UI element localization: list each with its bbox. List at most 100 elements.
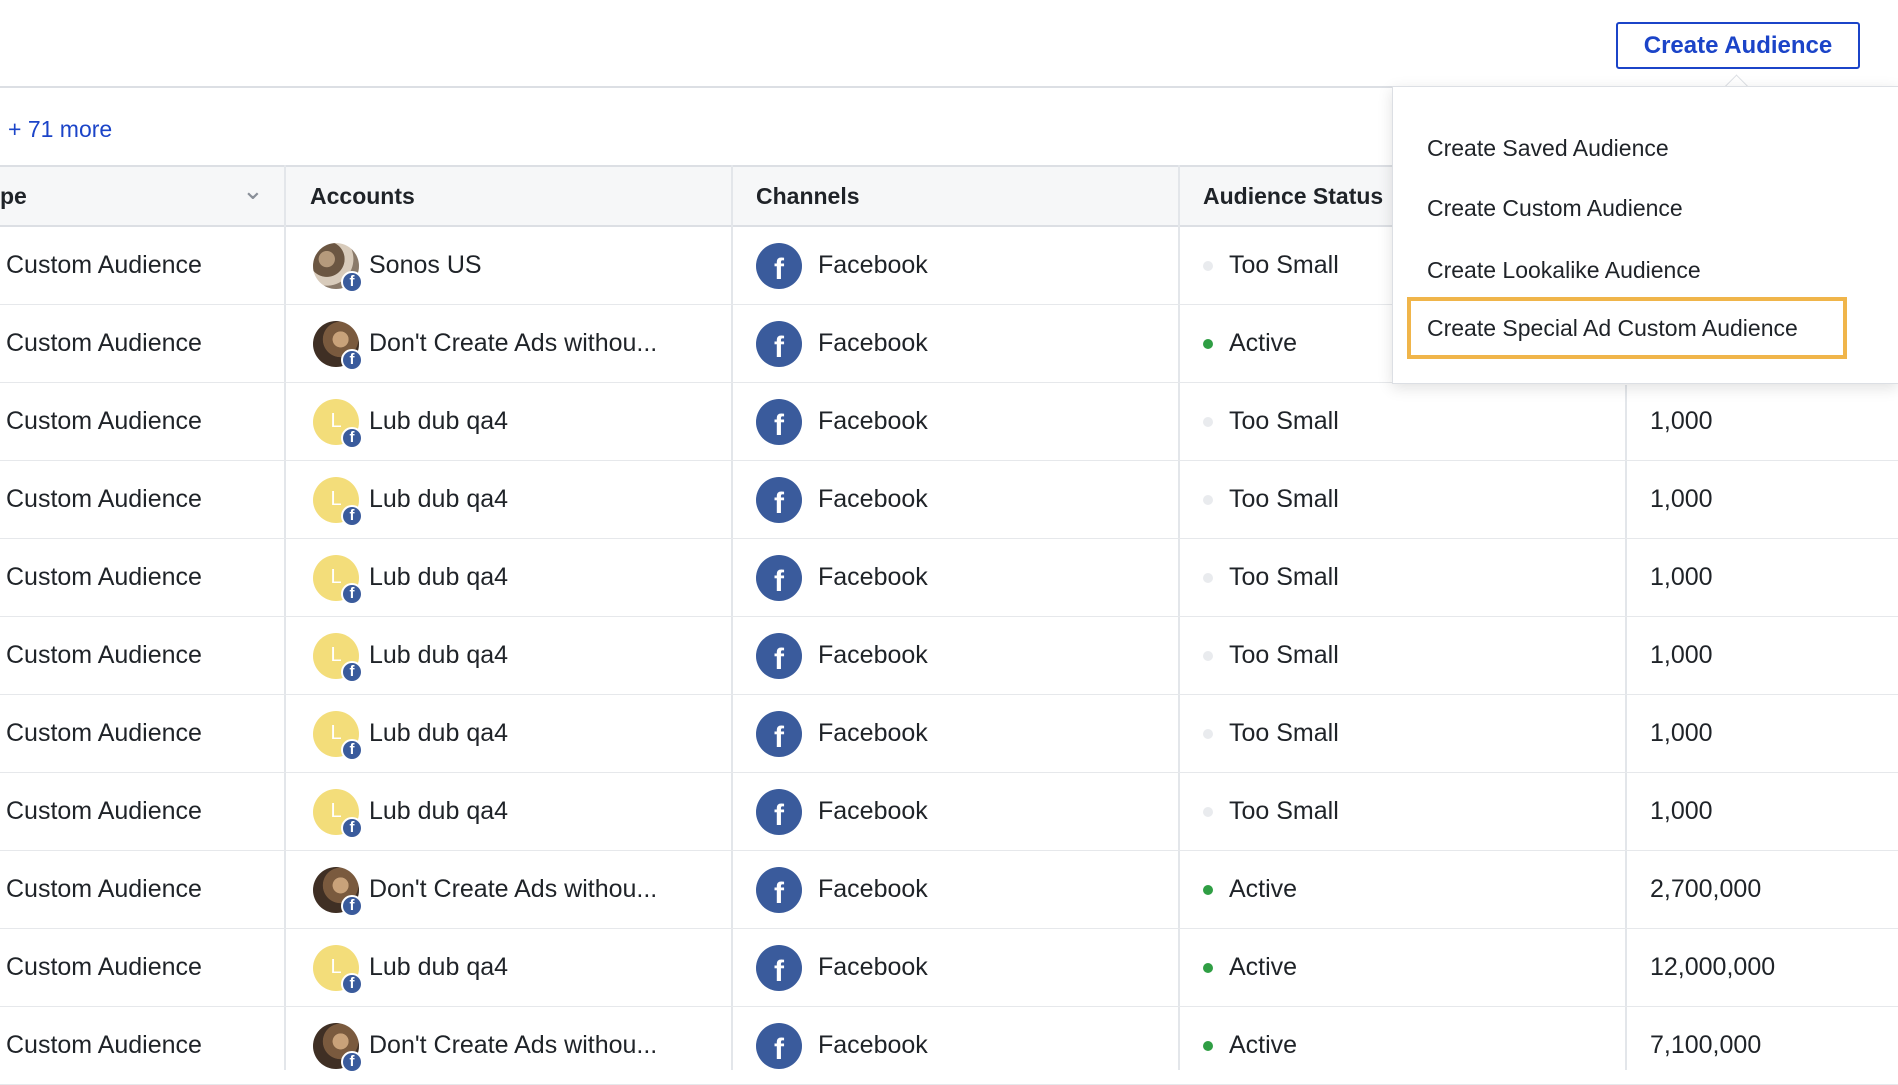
facebook-badge-icon: f [341, 426, 363, 449]
cell-account: Lf Lub dub qa4 [313, 929, 508, 1006]
cell-status: Active [1203, 1007, 1297, 1084]
status-text: Too Small [1229, 641, 1339, 669]
status-text: Active [1229, 1031, 1298, 1059]
facebook-icon: f [756, 554, 802, 601]
avatar: f [313, 866, 363, 917]
column-header-audience-status[interactable]: Audience Status [1203, 167, 1383, 225]
cell-type: Custom Audience [6, 407, 202, 435]
channel-name: Facebook [818, 329, 928, 357]
channel-name: Facebook [818, 875, 928, 903]
facebook-icon: f [756, 1022, 802, 1069]
status-dot-icon [1203, 884, 1213, 895]
cell-account: Lf Lub dub qa4 [313, 539, 508, 616]
table-row[interactable]: Custom Audience f Don't Create Ads withou.… [0, 1007, 1898, 1085]
column-header-channels[interactable]: Channels [756, 167, 860, 225]
table-row[interactable]: Custom Audience f Don't Create Ads withou.… [0, 851, 1898, 929]
chevron-down-icon[interactable]: ⌄ [242, 175, 264, 206]
facebook-badge-icon: f [341, 348, 363, 371]
channel-name: Facebook [818, 485, 928, 513]
channel-name: Facebook [818, 563, 928, 591]
cell-type: Custom Audience [6, 251, 202, 279]
table-row[interactable]: Custom Audience Lf Lub dub qa4 f Facebook Too… [0, 539, 1898, 617]
cell-channel: f Facebook [756, 929, 928, 1006]
create-audience-button[interactable]: Create Audience [1616, 22, 1860, 69]
cell-channel: f Facebook [756, 1007, 928, 1084]
table-row[interactable]: Custom Audience Lf Lub dub qa4 f Facebook Too… [0, 383, 1898, 461]
status-text: Too Small [1229, 719, 1339, 747]
top-bar: Create Audience [0, 0, 1898, 88]
cell-account: Lf Lub dub qa4 [313, 773, 508, 850]
avatar: Lf [313, 788, 363, 839]
account-name: Lub dub qa4 [369, 641, 509, 669]
avatar: f [313, 1022, 363, 1073]
column-header-type[interactable]: pe ⌄ [0, 167, 270, 225]
facebook-icon: f [756, 242, 802, 289]
account-name: Lub dub qa4 [369, 953, 509, 981]
menu-item-create-lookalike-audience[interactable]: Create Lookalike Audience [1427, 253, 1701, 287]
cell-channel: f Facebook [756, 461, 928, 538]
cell-channel: f Facebook [756, 773, 928, 850]
table-row[interactable]: Custom Audience Lf Lub dub qa4 f Facebook Too… [0, 461, 1898, 539]
status-dot-icon [1203, 650, 1213, 661]
avatar-letter: L [330, 488, 342, 510]
status-dot-icon [1203, 962, 1213, 973]
avatar: f [313, 242, 363, 293]
facebook-icon: f [756, 710, 802, 757]
cell-channel: f Facebook [756, 227, 928, 304]
more-filters-link[interactable]: + 71 more [8, 116, 112, 143]
cell-status: Too Small [1203, 695, 1339, 772]
create-audience-menu: Create Saved Audience Create Custom Audi… [1392, 86, 1898, 384]
column-header-type-label: pe [0, 182, 27, 209]
table-row[interactable]: Custom Audience Lf Lub dub qa4 f Facebook Act… [0, 929, 1898, 1007]
cell-size: 2,700,000 [1650, 875, 1762, 903]
cell-account: Lf Lub dub qa4 [313, 383, 508, 460]
status-dot-icon [1203, 572, 1213, 583]
table-row[interactable]: Custom Audience Lf Lub dub qa4 f Facebook Too… [0, 617, 1898, 695]
cell-size: 1,000 [1650, 407, 1713, 435]
facebook-icon: f [756, 866, 802, 913]
status-text: Too Small [1229, 797, 1339, 825]
cell-account: f Sonos US [313, 227, 482, 304]
account-name: Lub dub qa4 [369, 563, 509, 591]
avatar-letter: L [330, 410, 342, 432]
status-text: Too Small [1229, 407, 1339, 435]
menu-item-create-custom-audience[interactable]: Create Custom Audience [1427, 191, 1683, 225]
status-dot-icon [1203, 806, 1213, 817]
facebook-badge-icon: f [341, 270, 363, 293]
channel-name: Facebook [818, 719, 928, 747]
cell-status: Active [1203, 305, 1297, 382]
cell-account: f Don't Create Ads withou... [313, 305, 657, 382]
menu-item-create-saved-audience[interactable]: Create Saved Audience [1427, 131, 1669, 165]
table-row[interactable]: Custom Audience Lf Lub dub qa4 f Facebook Too… [0, 773, 1898, 851]
facebook-badge-icon: f [341, 1050, 363, 1073]
menu-item-create-special-ad-custom-audience[interactable]: Create Special Ad Custom Audience [1407, 297, 1847, 359]
column-header-accounts[interactable]: Accounts [310, 167, 415, 225]
avatar: Lf [313, 476, 363, 527]
avatar-letter: L [330, 644, 342, 666]
facebook-badge-icon: f [341, 660, 363, 683]
channel-name: Facebook [818, 1031, 928, 1059]
status-text: Active [1229, 953, 1298, 981]
table-row[interactable]: Custom Audience Lf Lub dub qa4 f Facebook Too… [0, 695, 1898, 773]
channel-name: Facebook [818, 953, 928, 981]
account-name: Lub dub qa4 [369, 407, 509, 435]
avatar-letter: L [330, 722, 342, 744]
cell-size: 1,000 [1650, 719, 1713, 747]
cell-type: Custom Audience [6, 329, 202, 357]
cell-channel: f Facebook [756, 695, 928, 772]
cell-status: Active [1203, 851, 1297, 928]
cell-status: Too Small [1203, 227, 1339, 304]
facebook-badge-icon: f [341, 972, 363, 995]
facebook-icon: f [756, 944, 802, 991]
status-text: Too Small [1229, 251, 1339, 279]
facebook-badge-icon: f [341, 816, 363, 839]
avatar-letter: L [330, 566, 342, 588]
avatar: Lf [313, 944, 363, 995]
avatar: Lf [313, 632, 363, 683]
account-name: Lub dub qa4 [369, 797, 509, 825]
avatar-letter: L [330, 956, 342, 978]
cell-type: Custom Audience [6, 719, 202, 747]
status-text: Too Small [1229, 563, 1339, 591]
status-dot-icon [1203, 728, 1213, 739]
status-dot-icon [1203, 260, 1213, 271]
